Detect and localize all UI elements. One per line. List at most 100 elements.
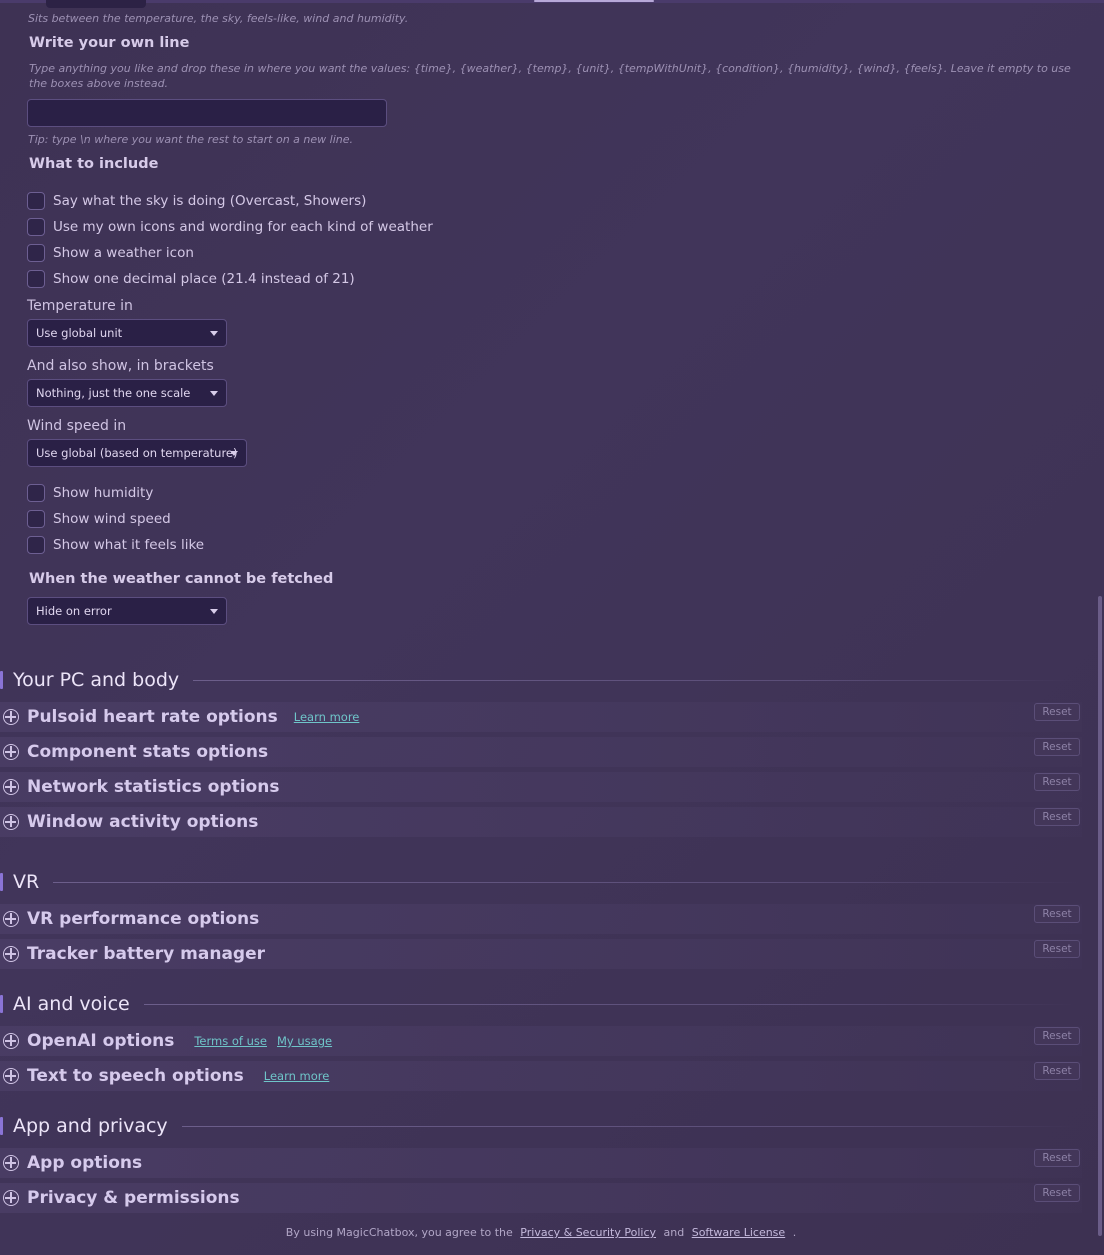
error-behavior-select[interactable]: Hide on error	[27, 597, 227, 625]
section-divider	[143, 1003, 1080, 1005]
checkbox-label: Show one decimal place (21.4 instead of …	[53, 271, 355, 287]
custom-line-input[interactable]	[27, 99, 387, 127]
show-humidity-option[interactable]: Show humidity	[27, 483, 153, 503]
section-title: VR	[13, 871, 40, 893]
checkbox[interactable]	[27, 218, 45, 236]
learn-more-link[interactable]: Learn more	[294, 710, 360, 724]
plus-circle-icon[interactable]	[3, 1068, 19, 1084]
reset-button[interactable]: Reset	[1034, 773, 1080, 791]
section-header-ai: AI and voice	[0, 992, 1080, 1016]
option-title[interactable]: Tracker battery manager	[27, 944, 265, 964]
caret-down-icon	[230, 451, 238, 456]
plus-circle-icon[interactable]	[3, 709, 19, 725]
option-row-component-stats[interactable]: Component stats options Reset	[0, 737, 1082, 767]
section-accent-bar	[0, 995, 3, 1013]
option-title[interactable]: Component stats options	[27, 742, 268, 762]
checkbox[interactable]	[27, 510, 45, 528]
option-title[interactable]: App options	[27, 1153, 142, 1173]
privacy-policy-link[interactable]: Privacy & Security Policy	[520, 1226, 656, 1239]
plus-circle-icon[interactable]	[3, 1033, 19, 1049]
reset-button[interactable]: Reset	[1034, 1027, 1080, 1045]
checkbox[interactable]	[27, 192, 45, 210]
option-title[interactable]: Privacy & permissions	[27, 1188, 240, 1208]
option-title[interactable]: Text to speech options	[27, 1066, 244, 1086]
section-header-pc: Your PC and body	[0, 668, 1080, 692]
section-accent-bar	[0, 671, 3, 689]
option-row-vr-performance[interactable]: VR performance options Reset	[0, 904, 1082, 934]
option-row-tracker-battery[interactable]: Tracker battery manager Reset	[0, 939, 1082, 969]
reset-button[interactable]: Reset	[1034, 738, 1080, 756]
option-title[interactable]: OpenAI options	[27, 1031, 174, 1051]
wind-speed-select[interactable]: Use global (based on temperature)	[27, 439, 247, 467]
reset-button[interactable]: Reset	[1034, 905, 1080, 923]
plus-circle-icon[interactable]	[3, 814, 19, 830]
option-title[interactable]: Pulsoid heart rate options	[27, 707, 278, 727]
reset-button[interactable]: Reset	[1034, 1149, 1080, 1167]
include-option-decimal[interactable]: Show one decimal place (21.4 instead of …	[27, 269, 355, 289]
section-title: Your PC and body	[13, 669, 180, 691]
footer-prefix: By using MagicChatbox, you agree to the	[285, 1226, 513, 1239]
plus-circle-icon[interactable]	[3, 946, 19, 962]
select-value: Use global unit	[36, 326, 123, 340]
option-row-window-activity[interactable]: Window activity options Reset	[0, 807, 1082, 837]
plus-circle-icon[interactable]	[3, 1155, 19, 1171]
section-accent-bar	[0, 1117, 3, 1135]
select-value: Use global (based on temperature)	[36, 446, 238, 460]
footer-and: and	[663, 1226, 685, 1239]
brackets-select[interactable]: Nothing, just the one scale	[27, 379, 227, 407]
custom-line-description: Type anything you like and drop these in…	[29, 62, 1071, 90]
terms-of-use-link[interactable]: Terms of use	[194, 1034, 267, 1048]
show-wind-option[interactable]: Show wind speed	[27, 509, 171, 529]
reset-button[interactable]: Reset	[1034, 1062, 1080, 1080]
include-option-condition[interactable]: Say what the sky is doing (Overcast, Sho…	[27, 191, 366, 211]
plus-circle-icon[interactable]	[3, 744, 19, 760]
caret-down-icon	[210, 609, 218, 614]
temperature-unit-select[interactable]: Use global unit	[27, 319, 227, 347]
section-title: App and privacy	[13, 1115, 168, 1137]
reset-button[interactable]: Reset	[1034, 1184, 1080, 1202]
plus-circle-icon[interactable]	[3, 1190, 19, 1206]
checkbox[interactable]	[27, 484, 45, 502]
option-row-openai[interactable]: OpenAI options Terms of use My usage Res…	[0, 1026, 1082, 1056]
scrollbar[interactable]	[1098, 596, 1102, 1236]
option-title[interactable]: VR performance options	[27, 909, 259, 929]
option-row-tts[interactable]: Text to speech options Learn more Reset	[0, 1061, 1082, 1091]
checkbox-label: Use my own icons and wording for each ki…	[53, 219, 433, 235]
checkbox-label: Show humidity	[53, 485, 154, 501]
section-divider	[53, 881, 1080, 883]
option-row-network-stats[interactable]: Network statistics options Reset	[0, 772, 1082, 802]
plus-circle-icon[interactable]	[3, 911, 19, 927]
checkbox[interactable]	[27, 536, 45, 554]
plus-circle-icon[interactable]	[3, 779, 19, 795]
my-usage-link[interactable]: My usage	[277, 1034, 332, 1048]
checkbox-label: Show what it feels like	[53, 537, 205, 553]
checkbox[interactable]	[27, 270, 45, 288]
error-behavior-label: When the weather cannot be fetched	[29, 571, 334, 587]
include-label: What to include	[29, 156, 159, 172]
learn-more-link[interactable]: Learn more	[264, 1069, 330, 1083]
software-license-link[interactable]: Software License	[692, 1226, 785, 1239]
checkbox-label: Show a weather icon	[53, 245, 194, 261]
checkbox[interactable]	[27, 244, 45, 262]
reset-button[interactable]: Reset	[1034, 703, 1080, 721]
section-divider	[193, 679, 1080, 681]
reset-button[interactable]: Reset	[1034, 808, 1080, 826]
checkbox-label: Show wind speed	[53, 511, 171, 527]
include-option-weather-icon[interactable]: Show a weather icon	[27, 243, 194, 263]
option-row-pulsoid[interactable]: Pulsoid heart rate options Learn more Re…	[0, 702, 1082, 732]
section-header-app: App and privacy	[0, 1114, 1080, 1138]
section-title: AI and voice	[13, 993, 130, 1015]
caret-down-icon	[210, 391, 218, 396]
option-title[interactable]: Network statistics options	[27, 777, 279, 797]
option-title[interactable]: Window activity options	[27, 812, 258, 832]
reset-button[interactable]: Reset	[1034, 940, 1080, 958]
footer: By using MagicChatbox, you agree to the …	[0, 1226, 1082, 1239]
show-feels-like-option[interactable]: Show what it feels like	[27, 535, 204, 555]
footer-suffix: .	[792, 1226, 797, 1239]
custom-line-label: Write your own line	[29, 35, 190, 51]
option-row-app-options[interactable]: App options Reset	[0, 1148, 1082, 1178]
include-option-custom-icons[interactable]: Use my own icons and wording for each ki…	[27, 217, 433, 237]
section-accent-bar	[0, 873, 3, 891]
option-row-privacy[interactable]: Privacy & permissions Reset	[0, 1183, 1082, 1213]
temperature-unit-label: Temperature in	[27, 298, 133, 314]
